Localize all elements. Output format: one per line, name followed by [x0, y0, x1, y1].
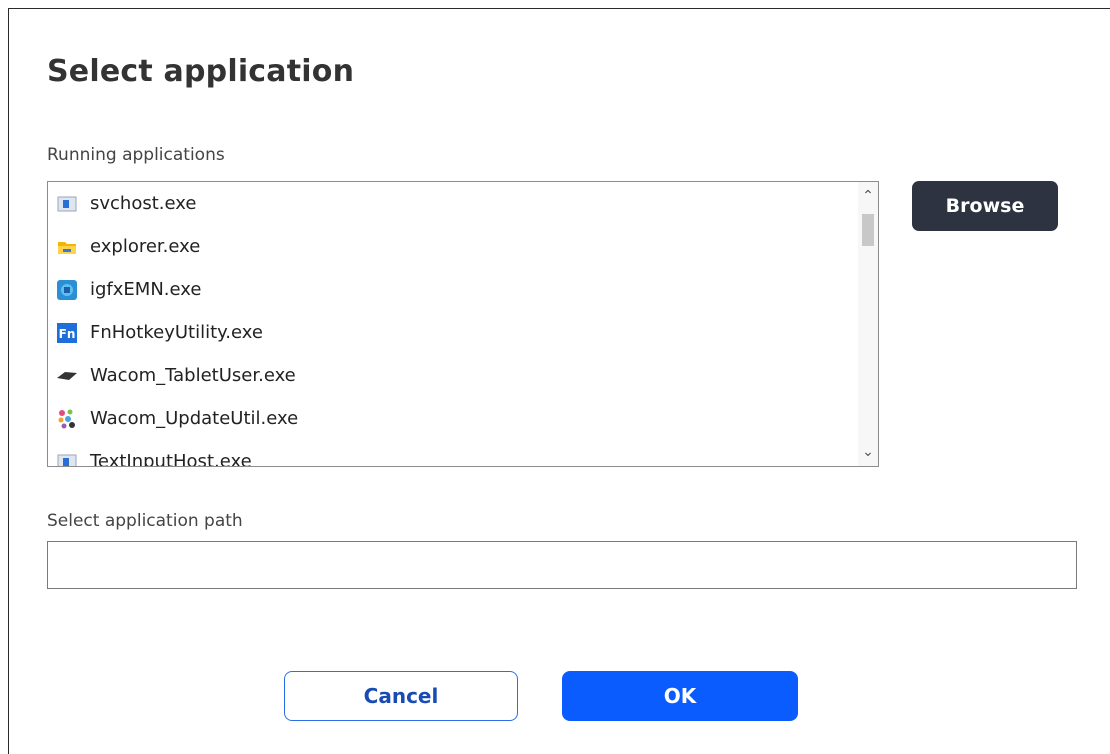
list-item[interactable]: TextInputHost.exe: [48, 440, 856, 467]
ok-button[interactable]: OK: [562, 671, 798, 721]
window-app-icon: [56, 193, 78, 215]
tablet-pen-icon: [56, 365, 78, 387]
window-app-icon: [56, 451, 78, 466]
list-item[interactable]: explorer.exe: [48, 225, 856, 268]
list-item[interactable]: igfxEMN.exe: [48, 268, 856, 311]
list-items-container: svchost.exe explorer.exe igfxEMN.exe Fn FnHo…: [48, 182, 856, 467]
app-name-label: TextInputHost.exe: [90, 451, 252, 467]
wacom-dots-icon: [56, 408, 78, 430]
application-path-input[interactable]: [47, 541, 1077, 589]
intel-graphics-icon: [56, 279, 78, 301]
list-item[interactable]: svchost.exe: [48, 182, 856, 225]
running-applications-list[interactable]: svchost.exe explorer.exe igfxEMN.exe Fn FnHo…: [47, 181, 879, 467]
scroll-down-arrow-icon[interactable]: ⌄: [858, 442, 878, 462]
running-applications-label: Running applications: [47, 145, 225, 165]
folder-icon: [56, 236, 78, 258]
app-name-label: Wacom_UpdateUtil.exe: [90, 408, 299, 429]
scroll-thumb[interactable]: [862, 214, 874, 246]
list-item[interactable]: Wacom_TabletUser.exe: [48, 354, 856, 397]
app-name-label: Wacom_TabletUser.exe: [90, 365, 296, 386]
fn-key-icon: Fn: [56, 322, 78, 344]
scroll-up-arrow-icon[interactable]: ⌃: [858, 186, 878, 206]
list-item[interactable]: Wacom_UpdateUtil.exe: [48, 397, 856, 440]
cancel-button[interactable]: Cancel: [284, 671, 518, 721]
dialog-title: Select application: [47, 54, 355, 89]
app-name-label: svchost.exe: [90, 193, 197, 214]
vertical-scrollbar[interactable]: ⌃ ⌄: [858, 182, 878, 466]
app-name-label: igfxEMN.exe: [90, 279, 202, 300]
svg-text:Fn: Fn: [59, 327, 76, 341]
list-item[interactable]: Fn FnHotkeyUtility.exe: [48, 311, 856, 354]
browse-button[interactable]: Browse: [912, 181, 1058, 231]
select-application-dialog: Select application Running applications …: [8, 8, 1110, 754]
app-name-label: FnHotkeyUtility.exe: [90, 322, 263, 343]
select-application-path-label: Select application path: [47, 511, 243, 531]
app-name-label: explorer.exe: [90, 236, 201, 257]
